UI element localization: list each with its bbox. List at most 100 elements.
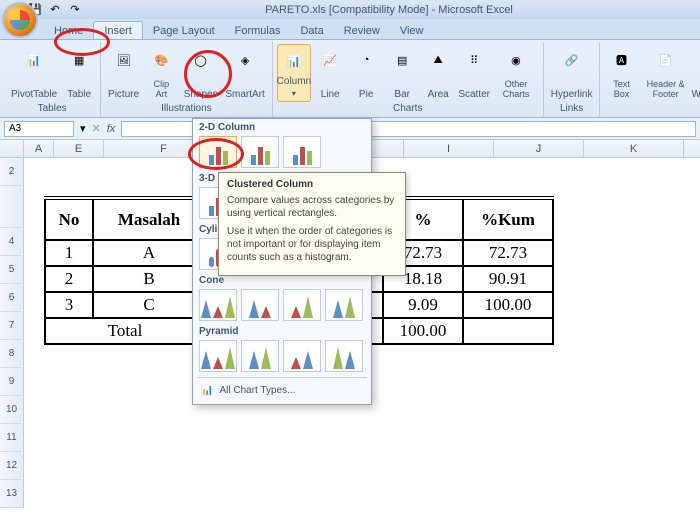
stacked-column-option[interactable] <box>241 136 279 168</box>
dropdown-section-pyramid: Pyramid <box>193 323 371 338</box>
tooltip: Clustered Column Compare values across c… <box>218 172 406 276</box>
pyramid-option-1[interactable] <box>199 340 237 372</box>
row-header[interactable]: 5 <box>0 256 24 284</box>
all-chart-types-button[interactable]: 📊 All Chart Types... <box>193 381 371 400</box>
header-no[interactable]: No <box>45 198 93 240</box>
hyperlink-button[interactable]: 🔗Hyperlink <box>548 44 596 102</box>
cell[interactable]: 100.00 <box>383 318 463 344</box>
group-tables: 📊PivotTable ▦Table Tables <box>4 42 101 117</box>
tab-insert[interactable]: Insert <box>93 21 143 39</box>
column-chart-button[interactable]: 📊Column <box>277 44 312 102</box>
pyramid-option-3[interactable] <box>283 340 321 372</box>
tooltip-body-2: Use it when the order of categories is n… <box>227 225 397 264</box>
tab-data[interactable]: Data <box>290 22 333 39</box>
cell[interactable]: A <box>93 240 205 266</box>
row-header[interactable]: 7 <box>0 312 24 340</box>
ribbon-tabs: Home Insert Page Layout Formulas Data Re… <box>0 19 700 40</box>
100-stacked-column-option[interactable] <box>283 136 321 168</box>
row-header[interactable]: 4 <box>0 228 24 256</box>
row-header[interactable]: 13 <box>0 480 24 508</box>
cone-option-3[interactable] <box>283 289 321 321</box>
redo-icon[interactable]: ↷ <box>68 3 82 17</box>
cell[interactable]: 100.00 <box>463 292 553 318</box>
fx-icon[interactable]: fx <box>107 123 116 135</box>
dropdown-separator <box>197 377 367 378</box>
cell[interactable]: B <box>93 266 205 292</box>
tab-formulas[interactable]: Formulas <box>225 22 291 39</box>
row-header[interactable]: 10 <box>0 396 24 424</box>
row-headers: 2 4 5 6 7 8 9 10 11 12 13 <box>0 158 24 508</box>
col-header-i[interactable]: I <box>404 140 494 157</box>
group-label-links: Links <box>548 102 596 115</box>
ribbon: 📊PivotTable ▦Table Tables 🖼Picture 🎨Clip… <box>0 40 700 118</box>
pivottable-button[interactable]: 📊PivotTable <box>8 44 60 102</box>
shapes-button[interactable]: ◯Shapes <box>181 44 221 102</box>
group-label-text: Text <box>604 102 700 115</box>
group-label-charts: Charts <box>277 102 539 115</box>
cell[interactable] <box>463 318 553 344</box>
pyramid-option-2[interactable] <box>241 340 279 372</box>
select-all-corner[interactable] <box>0 140 24 157</box>
group-illustrations: 🖼Picture 🎨Clip Art ◯Shapes ◈SmartArt Ill… <box>101 42 273 117</box>
chart-icon: 📊 <box>201 385 213 396</box>
cone-option-1[interactable] <box>199 289 237 321</box>
tab-home[interactable]: Home <box>44 22 93 39</box>
pyramid-option-4[interactable] <box>325 340 363 372</box>
group-label-tables: Tables <box>8 102 96 115</box>
row-header[interactable]: 11 <box>0 424 24 452</box>
cell[interactable]: 1 <box>45 240 93 266</box>
titlebar: 💾 ↶ ↷ PARETO.xls [Compatibility Mode] - … <box>0 0 700 19</box>
wordart-button[interactable]: 𝐀WordArt <box>693 44 700 102</box>
cell[interactable]: 3 <box>45 292 93 318</box>
col-header-a[interactable]: A <box>24 140 54 157</box>
clipart-button[interactable]: 🎨Clip Art <box>144 44 179 102</box>
group-charts: 📊Column 📈Line ◔Pie ▤Bar ⛰Area ⠿Scatter ◉… <box>273 42 544 117</box>
table-button[interactable]: ▦Table <box>62 44 96 102</box>
cone-option-2[interactable] <box>241 289 279 321</box>
all-chart-types-label: All Chart Types... <box>219 385 295 396</box>
cell[interactable]: 72.73 <box>463 240 553 266</box>
smartart-button[interactable]: ◈SmartArt <box>222 44 267 102</box>
cell[interactable]: 90.91 <box>463 266 553 292</box>
header-masalah[interactable]: Masalah <box>93 198 205 240</box>
tab-view[interactable]: View <box>390 22 434 39</box>
dropdown-section-2d: 2-D Column <box>193 119 371 134</box>
row-header[interactable]: 6 <box>0 284 24 312</box>
name-box-dropdown-icon[interactable]: ▾ <box>80 122 86 135</box>
group-text: 🅰Text Box 📄Header & Footer 𝐀WordArt ✒Sig… <box>600 42 700 117</box>
col-header-j[interactable]: J <box>494 140 584 157</box>
cancel-icon[interactable]: ✕ <box>92 122 101 135</box>
cone-option-4[interactable] <box>325 289 363 321</box>
row-header[interactable]: 8 <box>0 340 24 368</box>
tab-review[interactable]: Review <box>334 22 390 39</box>
office-button[interactable] <box>2 2 38 38</box>
other-charts-button[interactable]: ◉Other Charts <box>493 44 539 102</box>
textbox-button[interactable]: 🅰Text Box <box>604 44 638 102</box>
clustered-column-option[interactable] <box>199 136 237 168</box>
name-box[interactable]: A3 <box>4 121 74 137</box>
tooltip-body-1: Compare values across categories by usin… <box>227 194 397 220</box>
row-header[interactable]: 2 <box>0 158 24 186</box>
tab-page-layout[interactable]: Page Layout <box>143 22 225 39</box>
row-header[interactable]: 9 <box>0 368 24 396</box>
header-footer-button[interactable]: 📄Header & Footer <box>640 44 690 102</box>
cell[interactable]: 9.09 <box>383 292 463 318</box>
scatter-chart-button[interactable]: ⠿Scatter <box>457 44 491 102</box>
row-header[interactable]: 12 <box>0 452 24 480</box>
col-header-e[interactable]: E <box>54 140 104 157</box>
cell[interactable]: C <box>93 292 205 318</box>
bar-chart-button[interactable]: ▤Bar <box>385 44 419 102</box>
cell-total-label[interactable]: Total <box>45 318 205 344</box>
cell[interactable]: 2 <box>45 266 93 292</box>
group-links: 🔗Hyperlink Links <box>544 42 601 117</box>
undo-icon[interactable]: ↶ <box>48 3 62 17</box>
col-header-k[interactable]: K <box>584 140 684 157</box>
window-title: PARETO.xls [Compatibility Mode] - Micros… <box>82 4 696 16</box>
header-kum[interactable]: %Kum <box>463 198 553 240</box>
group-label-illustrations: Illustrations <box>105 102 268 115</box>
area-chart-button[interactable]: ⛰Area <box>421 44 455 102</box>
line-chart-button[interactable]: 📈Line <box>313 44 347 102</box>
pie-chart-button[interactable]: ◔Pie <box>349 44 383 102</box>
picture-button[interactable]: 🖼Picture <box>105 44 142 102</box>
row-header[interactable] <box>0 186 24 228</box>
